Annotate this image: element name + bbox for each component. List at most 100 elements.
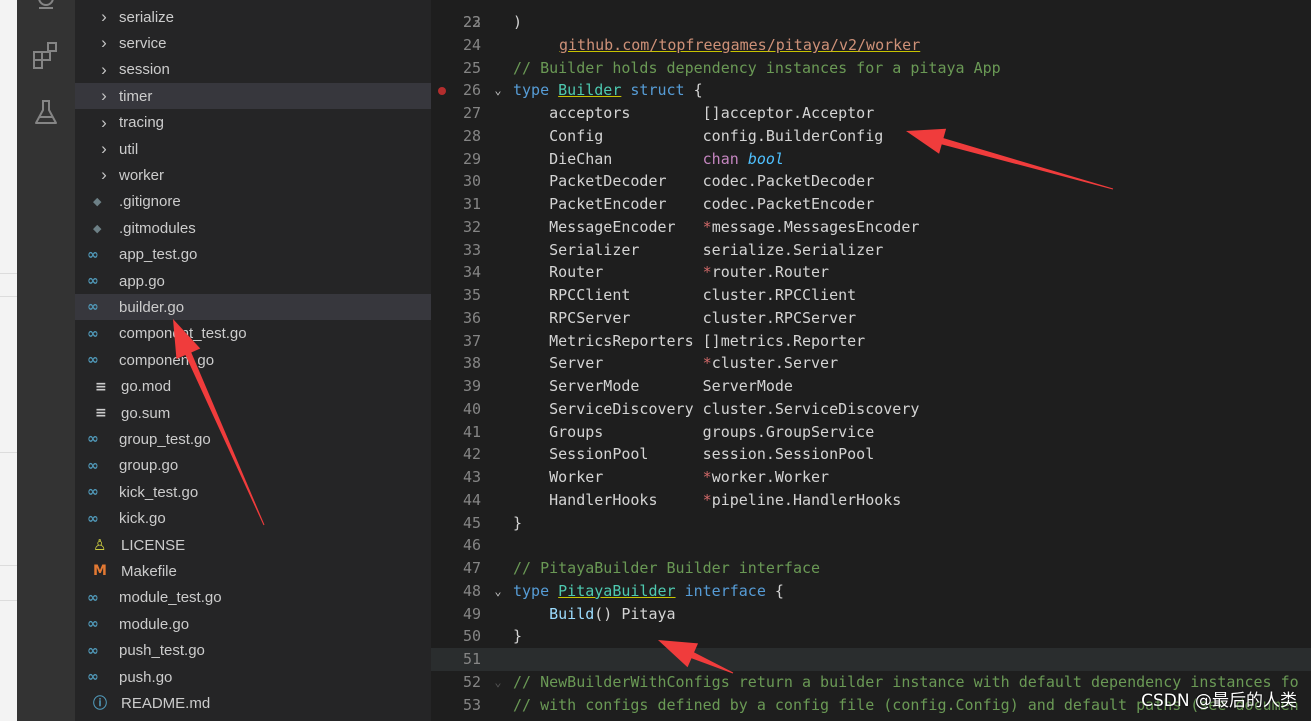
explorer-item[interactable]: ∞ kick_test.go: [75, 479, 431, 505]
field-type: config.BuilderConfig: [702, 126, 884, 145]
code-line[interactable]: 32 MessageEncoder *message.MessagesEncod…: [431, 216, 1311, 239]
explorer-item[interactable]: ∞ component.go: [75, 347, 431, 373]
code-line[interactable]: 31 PacketEncoder codec.PacketEncoder: [431, 193, 1311, 216]
code-text: ): [513, 13, 523, 31]
explorer-item[interactable]: ∞ group_test.go: [75, 426, 431, 452]
code-line[interactable]: 37 MetricsReporters []metrics.Reporter: [431, 330, 1311, 353]
explorer-item[interactable]: ∞ component_test.go: [75, 321, 431, 347]
code-line[interactable]: 34 Router *router.Router: [431, 261, 1311, 284]
code-comment: // PitayaBuilder Builder interface: [513, 559, 821, 577]
field-type: message.MessagesEncoder: [711, 217, 920, 236]
code-line[interactable]: 26 ⌄ type Builder struct {: [431, 79, 1311, 102]
fold-chevron-icon: ⌄: [494, 674, 502, 689]
code-line[interactable]: 50}: [431, 625, 1311, 648]
code-line[interactable]: 47 // PitayaBuilder Builder interface: [431, 557, 1311, 580]
go-file-icon: ∞: [87, 299, 99, 316]
explorer-item[interactable]: ∞ app_test.go: [75, 242, 431, 268]
code-editor[interactable]: 22 github.com/topfreegames/pitaya/v2/wor…: [431, 0, 1311, 721]
line-number: 39: [462, 377, 481, 395]
fold-chevron-icon[interactable]: ⌄: [491, 580, 505, 603]
go-file-icon: ∞: [87, 616, 99, 633]
code-line[interactable]: 33 Serializer serialize.Serializer: [431, 239, 1311, 262]
fold-chevron-icon[interactable]: ⌄: [491, 79, 505, 102]
code-line[interactable]: 30 PacketDecoder codec.PacketDecoder: [431, 170, 1311, 193]
explorer-item[interactable]: › timer: [75, 83, 431, 110]
explorer-item-label: app_test.go: [119, 246, 198, 264]
explorer-item[interactable]: ≡ go.sum: [75, 400, 431, 426]
code-line[interactable]: 45}: [431, 512, 1311, 535]
extensions-icon[interactable]: [31, 40, 61, 70]
testing-flask-icon[interactable]: [31, 98, 61, 128]
explorer-item[interactable]: ∞ kick.go: [75, 506, 431, 532]
code-line[interactable]: 25 // Builder holds dependency instances …: [431, 57, 1311, 80]
struct-field: Router: [549, 263, 604, 282]
line-number: 42: [462, 445, 481, 464]
explorer-item[interactable]: ◆ .gitmodules: [75, 215, 431, 241]
git-diamond-icon: ◆: [93, 221, 102, 235]
explorer-item[interactable]: › util: [75, 136, 431, 162]
explorer-item-label: README.md: [121, 694, 211, 712]
explorer-item[interactable]: › session: [75, 57, 431, 83]
explorer-item[interactable]: ♙ LICENSE: [75, 532, 431, 558]
struct-field: Config: [549, 126, 604, 145]
code-line[interactable]: 24: [431, 34, 1311, 57]
code-text: // PitayaBuilder Builder interface: [513, 557, 820, 580]
explorer-item-label: Makefile: [121, 562, 177, 580]
go-file-icon: ∞: [87, 457, 99, 474]
pointer-star: *: [702, 263, 712, 282]
pointer-star: *: [702, 490, 712, 509]
code-line[interactable]: 48 ⌄ type PitayaBuilder interface {: [431, 580, 1311, 603]
pointer-star: *: [702, 468, 712, 486]
struct-field: PacketDecoder: [549, 172, 667, 191]
explorer-item-label: module.go: [119, 615, 190, 633]
explorer-item[interactable]: › serialize: [75, 4, 431, 30]
code-line[interactable]: 44 HandlerHooks *pipeline.HandlerHooks: [431, 489, 1311, 512]
code-line[interactable]: 42 SessionPool session.SessionPool: [431, 443, 1311, 466]
code-line[interactable]: 49 Build() Pitaya: [431, 603, 1311, 626]
code-line[interactable]: 23): [431, 11, 1311, 34]
explorer-item[interactable]: ∞ app.go: [75, 268, 431, 294]
explorer-item[interactable]: › worker: [75, 162, 431, 188]
keyword: struct: [630, 81, 685, 100]
struct-field: Serializer: [549, 240, 640, 259]
explorer-item[interactable]: ∞ module_test.go: [75, 585, 431, 611]
code-text: DieChan chan bool: [513, 148, 784, 171]
code-line[interactable]: 35 RPCClient cluster.RPCClient: [431, 284, 1311, 307]
debug-icon[interactable]: [31, 0, 61, 16]
edge-divider: [0, 565, 17, 566]
explorer-item-label: service: [119, 34, 167, 52]
code-line-partial: 22 github.com/topfreegames/pitaya/v2/wor…: [431, 0, 1311, 54]
code-line[interactable]: 43 Worker *worker.Worker: [431, 466, 1311, 489]
code-text: ServerMode ServerMode: [513, 375, 793, 398]
code-line[interactable]: 51: [431, 648, 1311, 671]
explorer-item[interactable]: ∞ module.go: [75, 611, 431, 637]
explorer-item[interactable]: ∞ group.go: [75, 453, 431, 479]
code-line[interactable]: 29 DieChan chan bool: [431, 148, 1311, 171]
explorer-item[interactable]: ∞ push_test.go: [75, 638, 431, 664]
line-number: 23: [462, 13, 481, 31]
explorer-item-label: LICENSE: [121, 536, 186, 554]
code-line[interactable]: 38 Server *cluster.Server: [431, 352, 1311, 375]
code-line[interactable]: 36 RPCServer cluster.RPCServer: [431, 307, 1311, 330]
explorer-item-label: tracing: [119, 114, 165, 132]
explorer-item[interactable]: ∞ builder.go: [75, 294, 431, 321]
code-line[interactable]: 39 ServerMode ServerMode: [431, 375, 1311, 398]
explorer-item[interactable]: › service: [75, 30, 431, 56]
explorer-item[interactable]: ⓘ README.md: [75, 690, 431, 716]
explorer-item-label: component_test.go: [119, 325, 247, 343]
explorer-item-label: util: [119, 140, 139, 158]
code-line[interactable]: 28 Config config.BuilderConfig: [431, 125, 1311, 148]
explorer-item[interactable]: ◆ .gitignore: [75, 189, 431, 215]
code-line[interactable]: 46: [431, 534, 1311, 557]
code-line[interactable]: 40 ServiceDiscovery cluster.ServiceDisco…: [431, 398, 1311, 421]
code-line[interactable]: 27 acceptors []acceptor.Acceptor: [431, 102, 1311, 125]
code-text: type Builder struct {: [513, 81, 703, 100]
explorer-item[interactable]: ≡ go.mod: [75, 374, 431, 400]
code-text: Build() Pitaya: [549, 604, 676, 623]
explorer-item[interactable]: › tracing: [75, 110, 431, 136]
code-line[interactable]: 41 Groups groups.GroupService: [431, 421, 1311, 444]
explorer-item[interactable]: M Makefile: [75, 558, 431, 584]
line-number: 51: [462, 650, 481, 668]
explorer-item[interactable]: ∞ push.go: [75, 664, 431, 690]
line-number: 53: [462, 695, 481, 714]
